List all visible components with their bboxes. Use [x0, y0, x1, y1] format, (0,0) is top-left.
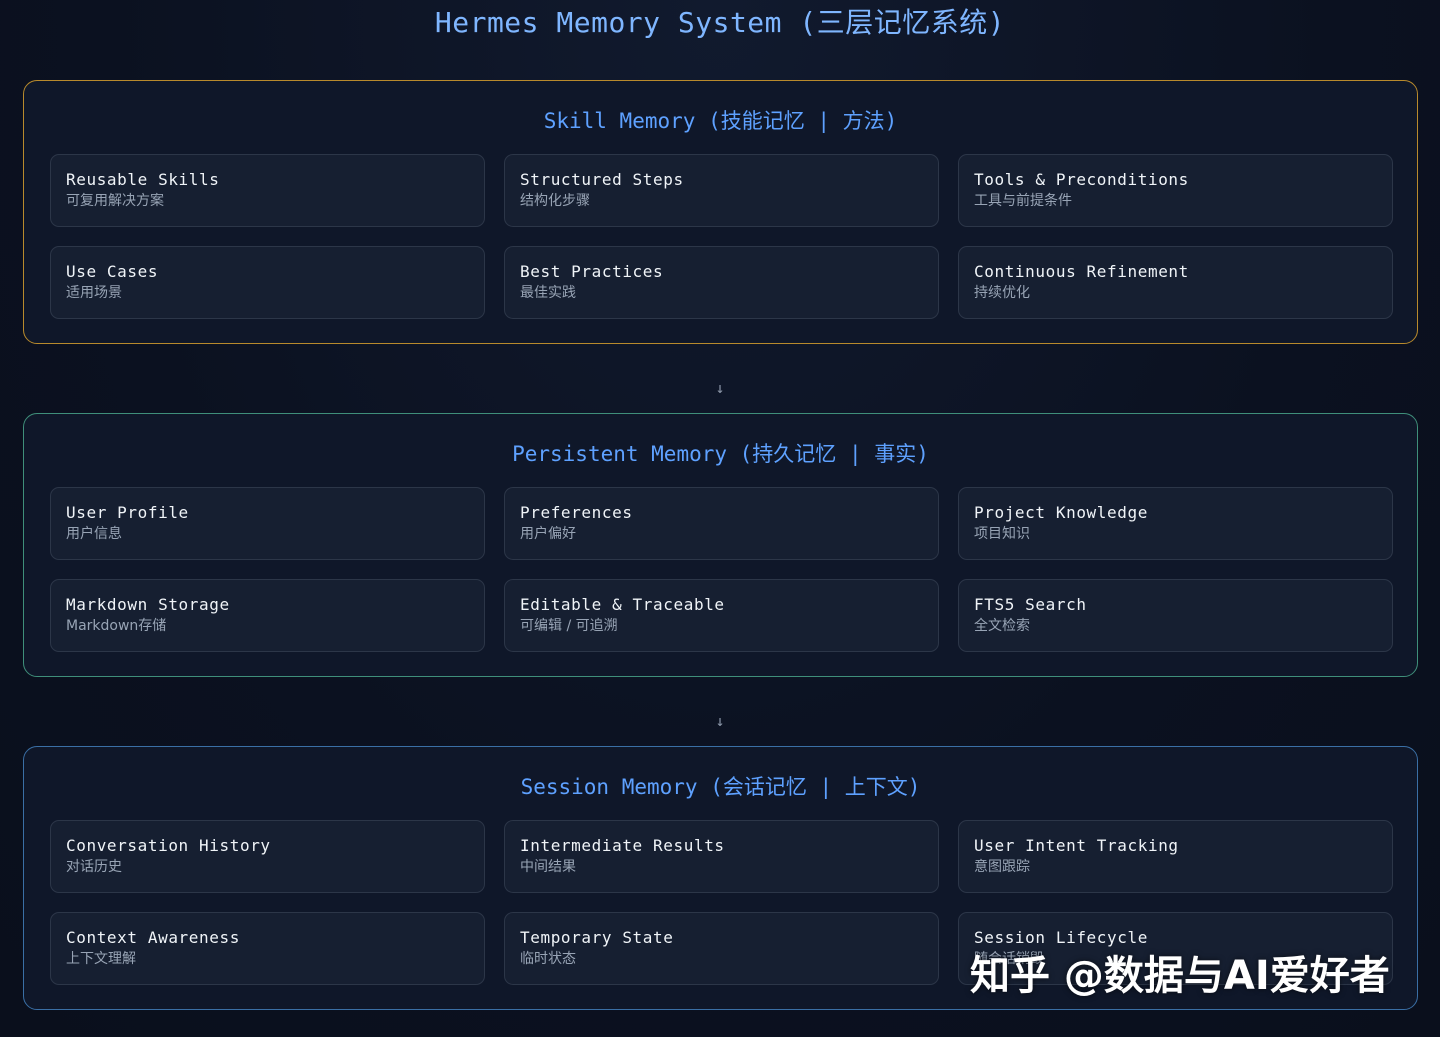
card-project-knowledge: Project Knowledge 项目知识 [958, 487, 1393, 560]
card-structured-steps: Structured Steps 结构化步骤 [504, 154, 939, 227]
card-subtitle: 用户信息 [66, 526, 122, 542]
card-title: Temporary State [520, 928, 674, 947]
card-subtitle: 临时状态 [520, 951, 576, 967]
skill-memory-panel: Skill Memory (技能记忆 | 方法) Reusable Skills… [23, 80, 1418, 344]
card-title: Preferences [520, 503, 633, 522]
card-fts5-search: FTS5 Search 全文检索 [958, 579, 1393, 652]
card-subtitle: 可编辑 / 可追溯 [520, 618, 618, 634]
card-use-cases: Use Cases 适用场景 [50, 246, 485, 319]
down-arrow-icon: ↓ [715, 379, 725, 397]
card-preferences: Preferences 用户偏好 [504, 487, 939, 560]
card-title: Reusable Skills [66, 170, 220, 189]
card-title: Editable & Traceable [520, 595, 725, 614]
card-subtitle: 上下文理解 [66, 951, 136, 967]
persistent-memory-title: Persistent Memory (持久记忆 | 事实) [512, 442, 929, 466]
diagram-title: Hermes Memory System (三层记忆系统) [434, 6, 1006, 39]
card-subtitle: 持续优化 [974, 285, 1030, 301]
card-subtitle: 用户偏好 [520, 526, 576, 542]
card-title: Intermediate Results [520, 836, 725, 855]
down-arrow-icon: ↓ [715, 712, 725, 730]
card-title: Conversation History [66, 836, 271, 855]
card-conversation-history: Conversation History 对话历史 [50, 820, 485, 893]
card-title: Context Awareness [66, 928, 240, 947]
card-subtitle: Markdown存储 [66, 618, 167, 634]
card-intermediate-results: Intermediate Results 中间结果 [504, 820, 939, 893]
card-context-awareness: Context Awareness 上下文理解 [50, 912, 485, 985]
card-title: Best Practices [520, 262, 664, 281]
card-subtitle: 全文检索 [974, 618, 1030, 634]
card-title: Markdown Storage [66, 595, 230, 614]
card-title: Use Cases [66, 262, 159, 281]
card-subtitle: 工具与前提条件 [974, 193, 1072, 209]
card-user-profile: User Profile 用户信息 [50, 487, 485, 560]
card-title: Tools & Preconditions [974, 170, 1189, 189]
card-title: Continuous Refinement [974, 262, 1189, 281]
card-temporary-state: Temporary State 临时状态 [504, 912, 939, 985]
card-subtitle: 中间结果 [520, 859, 576, 875]
card-title: Session Lifecycle [974, 928, 1148, 947]
card-user-intent-tracking: User Intent Tracking 意图跟踪 [958, 820, 1393, 893]
card-editable-traceable: Editable & Traceable 可编辑 / 可追溯 [504, 579, 939, 652]
session-memory-title: Session Memory (会话记忆 | 上下文) [520, 775, 921, 799]
card-subtitle: 意图跟踪 [974, 859, 1030, 875]
card-tools-preconditions: Tools & Preconditions 工具与前提条件 [958, 154, 1393, 227]
card-subtitle: 对话历史 [66, 859, 122, 875]
card-subtitle: 项目知识 [974, 526, 1030, 542]
card-title: User Intent Tracking [974, 836, 1179, 855]
card-subtitle: 可复用解决方案 [66, 193, 164, 209]
card-title: Project Knowledge [974, 503, 1148, 522]
card-title: FTS5 Search [974, 595, 1087, 614]
persistent-memory-panel: Persistent Memory (持久记忆 | 事实) User Profi… [23, 413, 1418, 677]
watermark-text: 知乎 @数据与AI爱好者 [970, 953, 1390, 999]
card-continuous-refinement: Continuous Refinement 持续优化 [958, 246, 1393, 319]
card-reusable-skills: Reusable Skills 可复用解决方案 [50, 154, 485, 227]
persistent-memory-grid: User Profile 用户信息 Preferences 用户偏好 Proje… [50, 487, 1393, 652]
card-title: Structured Steps [520, 170, 684, 189]
card-best-practices: Best Practices 最佳实践 [504, 246, 939, 319]
card-subtitle: 结构化步骤 [520, 193, 590, 209]
skill-memory-grid: Reusable Skills 可复用解决方案 Structured Steps… [50, 154, 1393, 319]
card-title: User Profile [66, 503, 189, 522]
card-subtitle: 最佳实践 [520, 285, 576, 301]
skill-memory-title: Skill Memory (技能记忆 | 方法) [543, 109, 898, 133]
card-markdown-storage: Markdown Storage Markdown存储 [50, 579, 485, 652]
card-subtitle: 适用场景 [66, 285, 122, 301]
